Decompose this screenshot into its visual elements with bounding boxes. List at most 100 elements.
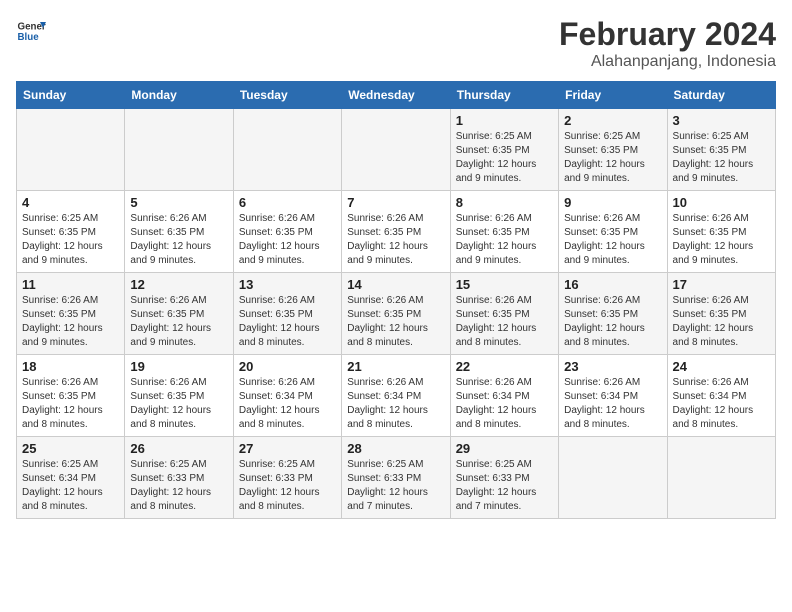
calendar-cell: 28 Sunrise: 6:25 AM Sunset: 6:33 PM Dayli… <box>342 437 450 519</box>
day-number: 6 <box>239 195 336 210</box>
calendar-cell: 17 Sunrise: 6:26 AM Sunset: 6:35 PM Dayli… <box>667 273 775 355</box>
day-info: Sunrise: 6:26 AM Sunset: 6:35 PM Dayligh… <box>673 212 770 268</box>
day-number: 28 <box>347 441 444 456</box>
header: General Blue February 2024 Alahanpanjang… <box>16 16 776 71</box>
day-number: 12 <box>130 277 227 292</box>
day-number: 5 <box>130 195 227 210</box>
day-number: 1 <box>456 113 553 128</box>
calendar-cell <box>342 109 450 191</box>
calendar-week-row: 4 Sunrise: 6:25 AM Sunset: 6:35 PM Daylig… <box>17 191 776 273</box>
calendar-cell: 27 Sunrise: 6:25 AM Sunset: 6:33 PM Dayli… <box>233 437 341 519</box>
calendar-cell: 13 Sunrise: 6:26 AM Sunset: 6:35 PM Dayli… <box>233 273 341 355</box>
day-header-saturday: Saturday <box>667 82 775 109</box>
day-info: Sunrise: 6:25 AM Sunset: 6:35 PM Dayligh… <box>22 212 119 268</box>
calendar-cell: 14 Sunrise: 6:26 AM Sunset: 6:35 PM Dayli… <box>342 273 450 355</box>
day-info: Sunrise: 6:26 AM Sunset: 6:35 PM Dayligh… <box>239 294 336 350</box>
calendar-cell <box>667 437 775 519</box>
day-info: Sunrise: 6:25 AM Sunset: 6:33 PM Dayligh… <box>456 458 553 514</box>
calendar-cell: 6 Sunrise: 6:26 AM Sunset: 6:35 PM Daylig… <box>233 191 341 273</box>
day-number: 15 <box>456 277 553 292</box>
calendar-week-row: 18Sunrise: 6:26 AM Sunset: 6:35 PM Dayli… <box>17 355 776 437</box>
calendar-cell: 7 Sunrise: 6:26 AM Sunset: 6:35 PM Daylig… <box>342 191 450 273</box>
day-number: 19 <box>130 359 227 374</box>
day-info: Sunrise: 6:26 AM Sunset: 6:35 PM Dayligh… <box>456 294 553 350</box>
calendar-cell <box>17 109 125 191</box>
calendar-cell: 15 Sunrise: 6:26 AM Sunset: 6:35 PM Dayli… <box>450 273 558 355</box>
logo: General Blue <box>16 16 46 46</box>
day-info: Sunrise: 6:25 AM Sunset: 6:35 PM Dayligh… <box>564 130 661 186</box>
calendar-title: February 2024 <box>559 16 776 53</box>
svg-text:Blue: Blue <box>18 32 40 43</box>
calendar-cell: 4 Sunrise: 6:25 AM Sunset: 6:35 PM Daylig… <box>17 191 125 273</box>
calendar-cell: 26Sunrise: 6:25 AM Sunset: 6:33 PM Dayli… <box>125 437 233 519</box>
day-number: 2 <box>564 113 661 128</box>
calendar-cell: 23Sunrise: 6:26 AM Sunset: 6:34 PM Dayli… <box>559 355 667 437</box>
calendar-cell: 9 Sunrise: 6:26 AM Sunset: 6:35 PM Daylig… <box>559 191 667 273</box>
day-number: 29 <box>456 441 553 456</box>
day-header-wednesday: Wednesday <box>342 82 450 109</box>
calendar-cell: 25 Sunrise: 6:25 AM Sunset: 6:34 PM Dayli… <box>17 437 125 519</box>
calendar-cell: 19 Sunrise: 6:26 AM Sunset: 6:35 PM Dayli… <box>125 355 233 437</box>
day-info: Sunrise: 6:25 AM Sunset: 6:35 PM Dayligh… <box>673 130 770 186</box>
day-number: 24 <box>673 359 770 374</box>
day-number: 13 <box>239 277 336 292</box>
calendar-cell: 18Sunrise: 6:26 AM Sunset: 6:35 PM Dayli… <box>17 355 125 437</box>
day-number: 14 <box>347 277 444 292</box>
day-number: 26 <box>130 441 227 456</box>
calendar-cell: 8 Sunrise: 6:26 AM Sunset: 6:35 PM Daylig… <box>450 191 558 273</box>
calendar-cell: 11Sunrise: 6:26 AM Sunset: 6:35 PM Dayli… <box>17 273 125 355</box>
calendar-week-row: 11 Sunrise: 6:26 AM Sunset: 6:35 PM Dayli… <box>17 273 776 355</box>
calendar-cell <box>559 437 667 519</box>
calendar-cell: 10 Sunrise: 6:26 AM Sunset: 6:35 PM Dayli… <box>667 191 775 273</box>
calendar-cell: 12Sunrise: 6:26 AM Sunset: 6:35 PM Dayli… <box>125 273 233 355</box>
calendar-cell: 24 Sunrise: 6:26 AM Sunset: 6:34 PM Dayli… <box>667 355 775 437</box>
day-info: Sunrise: 6:26 AM Sunset: 6:34 PM Dayligh… <box>239 376 336 432</box>
day-number: 3 <box>673 113 770 128</box>
day-info: Sunrise: 6:26 AM Sunset: 6:35 PM Dayligh… <box>673 294 770 350</box>
day-info: Sunrise: 6:26 AM Sunset: 6:34 PM Dayligh… <box>673 376 770 432</box>
day-number: 21 <box>347 359 444 374</box>
calendar-table: SundayMondayTuesdayWednesdayThursdayFrid… <box>16 81 776 519</box>
day-info: Sunrise: 6:25 AM Sunset: 6:34 PM Dayligh… <box>22 458 119 514</box>
calendar-cell: 1 Sunrise: 6:25 AM Sunset: 6:35 PM Daylig… <box>450 109 558 191</box>
day-number: 27 <box>239 441 336 456</box>
title-area: February 2024 Alahanpanjang, Indonesia <box>559 16 776 71</box>
day-number: 7 <box>347 195 444 210</box>
day-info: Sunrise: 6:26 AM Sunset: 6:35 PM Dayligh… <box>456 212 553 268</box>
day-info: Sunrise: 6:26 AM Sunset: 6:35 PM Dayligh… <box>239 212 336 268</box>
day-info: Sunrise: 6:26 AM Sunset: 6:35 PM Dayligh… <box>22 376 119 432</box>
day-number: 23 <box>564 359 661 374</box>
day-header-monday: Monday <box>125 82 233 109</box>
day-number: 11 <box>22 277 119 292</box>
day-number: 9 <box>564 195 661 210</box>
day-number: 16 <box>564 277 661 292</box>
logo-icon: General Blue <box>16 16 46 46</box>
calendar-body: 1 Sunrise: 6:25 AM Sunset: 6:35 PM Daylig… <box>17 109 776 519</box>
calendar-cell: 16Sunrise: 6:26 AM Sunset: 6:35 PM Dayli… <box>559 273 667 355</box>
day-number: 4 <box>22 195 119 210</box>
day-header-thursday: Thursday <box>450 82 558 109</box>
day-info: Sunrise: 6:26 AM Sunset: 6:35 PM Dayligh… <box>347 212 444 268</box>
day-info: Sunrise: 6:25 AM Sunset: 6:35 PM Dayligh… <box>456 130 553 186</box>
calendar-cell: 20Sunrise: 6:26 AM Sunset: 6:34 PM Dayli… <box>233 355 341 437</box>
day-info: Sunrise: 6:26 AM Sunset: 6:35 PM Dayligh… <box>130 376 227 432</box>
calendar-cell: 22 Sunrise: 6:26 AM Sunset: 6:34 PM Dayli… <box>450 355 558 437</box>
day-header-sunday: Sunday <box>17 82 125 109</box>
calendar-cell <box>125 109 233 191</box>
day-number: 8 <box>456 195 553 210</box>
day-number: 10 <box>673 195 770 210</box>
calendar-cell <box>233 109 341 191</box>
day-header-tuesday: Tuesday <box>233 82 341 109</box>
day-number: 22 <box>456 359 553 374</box>
day-number: 17 <box>673 277 770 292</box>
calendar-header-row: SundayMondayTuesdayWednesdayThursdayFrid… <box>17 82 776 109</box>
day-number: 25 <box>22 441 119 456</box>
day-info: Sunrise: 6:26 AM Sunset: 6:34 PM Dayligh… <box>456 376 553 432</box>
calendar-week-row: 25 Sunrise: 6:25 AM Sunset: 6:34 PM Dayli… <box>17 437 776 519</box>
day-info: Sunrise: 6:25 AM Sunset: 6:33 PM Dayligh… <box>347 458 444 514</box>
calendar-cell: 3 Sunrise: 6:25 AM Sunset: 6:35 PM Daylig… <box>667 109 775 191</box>
day-info: Sunrise: 6:25 AM Sunset: 6:33 PM Dayligh… <box>239 458 336 514</box>
day-info: Sunrise: 6:26 AM Sunset: 6:35 PM Dayligh… <box>347 294 444 350</box>
calendar-subtitle: Alahanpanjang, Indonesia <box>559 53 776 71</box>
day-info: Sunrise: 6:26 AM Sunset: 6:35 PM Dayligh… <box>564 212 661 268</box>
